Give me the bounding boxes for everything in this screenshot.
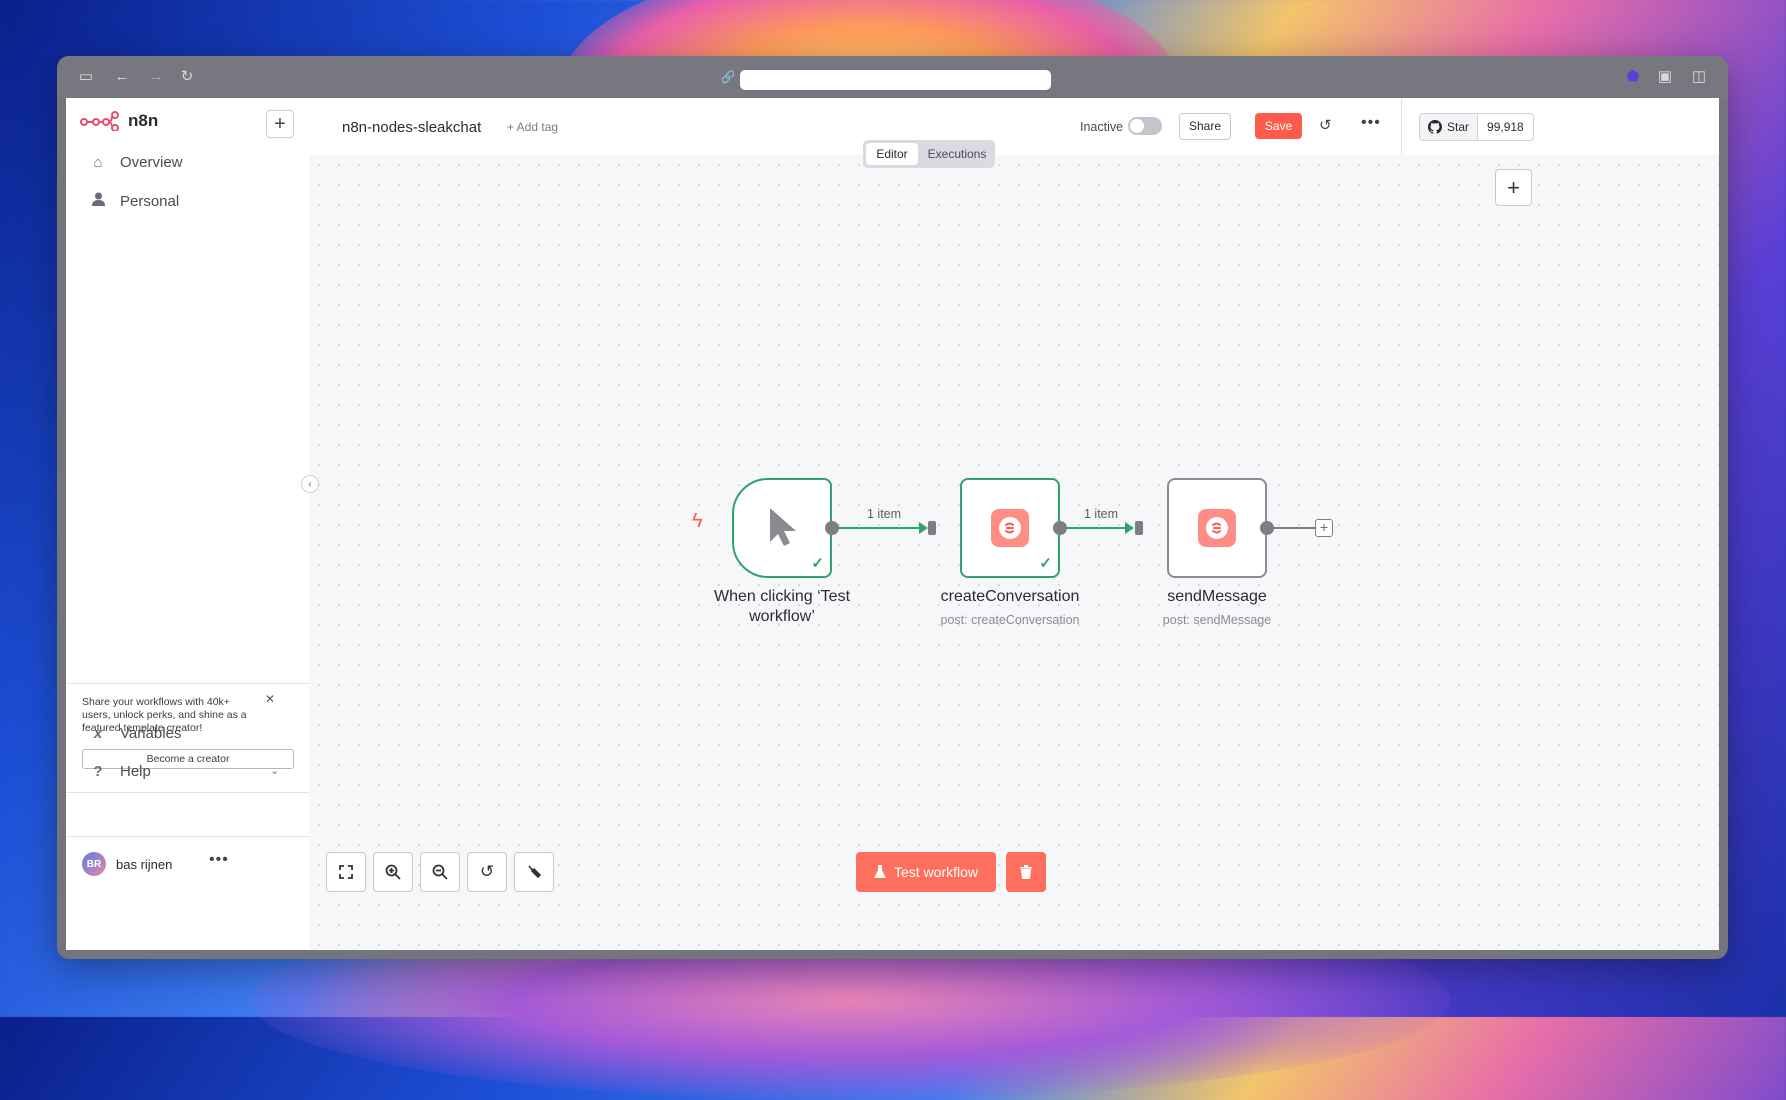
divider bbox=[1401, 98, 1402, 155]
zoom-in-icon bbox=[385, 864, 401, 880]
clear-execution-button[interactable] bbox=[1006, 852, 1046, 892]
logo-text: n8n bbox=[128, 111, 159, 130]
n8n-logo-icon bbox=[80, 111, 119, 131]
help-icon: ? bbox=[93, 763, 103, 780]
sidebar-toggle-icon[interactable]: ▭ bbox=[77, 68, 95, 86]
add-next-node-button[interactable]: + bbox=[1315, 519, 1333, 537]
browser-toolbar: ▭ ← → ↻ 🔗 ⬟ ▣ ◫ bbox=[57, 56, 1728, 98]
sidebar-item-label: Help bbox=[120, 763, 151, 780]
undo-icon: ↺ bbox=[479, 862, 495, 881]
user-menu[interactable]: BR bas rijnen bbox=[82, 852, 172, 876]
zoom-out-button[interactable] bbox=[420, 852, 460, 892]
tab-editor[interactable]: Editor bbox=[866, 143, 918, 165]
sidebar-item-help[interactable]: ? Help bbox=[90, 763, 151, 780]
close-icon[interactable]: ✕ bbox=[265, 692, 275, 706]
node-subtitle: post: createConversation bbox=[940, 613, 1080, 627]
sidebar-item-label: Personal bbox=[120, 192, 180, 210]
more-icon[interactable]: ••• bbox=[209, 851, 229, 869]
success-check-icon: ✓ bbox=[811, 555, 824, 572]
link-icon: 🔗 bbox=[720, 70, 736, 84]
sleakchat-icon bbox=[1198, 509, 1236, 547]
reset-zoom-button[interactable]: ↺ bbox=[467, 852, 507, 892]
connection-arrow bbox=[919, 522, 928, 534]
logo[interactable]: n8n bbox=[80, 111, 158, 131]
workflow-header: n8n-nodes-sleakchat + Add tag Inactive S… bbox=[309, 98, 1719, 168]
lightning-icon: ϟ bbox=[692, 510, 703, 532]
fit-view-button[interactable] bbox=[326, 852, 366, 892]
history-icon[interactable]: ↺ bbox=[1319, 116, 1332, 134]
node-send-message[interactable] bbox=[1167, 478, 1267, 578]
zoom-in-button[interactable] bbox=[373, 852, 413, 892]
sidebar-item-variables[interactable]: x Variables bbox=[90, 725, 182, 742]
sidebar-item-label: Overview bbox=[120, 154, 183, 171]
input-port[interactable] bbox=[1135, 521, 1143, 535]
node-label: When clicking ‘Test workflow’ bbox=[713, 588, 851, 625]
star-count: 99,918 bbox=[1487, 120, 1524, 134]
github-icon bbox=[1428, 120, 1442, 134]
divider bbox=[66, 836, 309, 837]
tidy-up-button[interactable] bbox=[514, 852, 554, 892]
sidebar-item-label: Variables bbox=[120, 725, 182, 742]
tab-executions[interactable]: Executions bbox=[921, 143, 993, 165]
browser-window: ▭ ← → ↻ 🔗 ⬟ ▣ ◫ n8n + ⌂ Overview Persona… bbox=[57, 56, 1728, 959]
connection-line[interactable] bbox=[1065, 527, 1129, 529]
fit-view-icon bbox=[339, 865, 353, 879]
address-bar[interactable] bbox=[740, 70, 1051, 90]
trash-icon bbox=[1020, 865, 1032, 879]
user-name: bas rijnen bbox=[116, 856, 173, 872]
edge-label: 1 item bbox=[867, 507, 902, 521]
flask-icon bbox=[873, 865, 886, 878]
zoom-out-icon bbox=[432, 864, 448, 880]
workflow-canvas[interactable]: + ϟ ✓ When clicking ‘Test workflow’ 1 it… bbox=[309, 155, 1719, 950]
avatar: BR bbox=[82, 852, 106, 876]
back-icon[interactable]: ← bbox=[113, 68, 131, 86]
edge-label: 1 item bbox=[1084, 507, 1119, 521]
cursor-icon bbox=[770, 508, 796, 546]
test-workflow-label: Test workflow bbox=[893, 864, 979, 880]
github-star[interactable]: Star bbox=[1420, 114, 1479, 140]
sleakchat-icon bbox=[991, 509, 1029, 547]
star-label: Star bbox=[1447, 120, 1470, 134]
split-view-icon[interactable]: ◫ bbox=[1690, 68, 1708, 86]
connection-arrow bbox=[1125, 522, 1134, 534]
connection-line[interactable] bbox=[837, 527, 923, 529]
forward-icon[interactable]: → bbox=[147, 68, 165, 86]
n8n-app: n8n + ⌂ Overview Personal Share your wor… bbox=[66, 98, 1719, 950]
reload-icon[interactable]: ↻ bbox=[178, 68, 196, 86]
create-new-button[interactable]: + bbox=[266, 110, 294, 138]
share-button[interactable]: Share bbox=[1179, 113, 1231, 140]
node-trigger[interactable]: ✓ bbox=[732, 478, 832, 578]
active-toggle[interactable] bbox=[1128, 117, 1162, 135]
node-label: createConversation bbox=[940, 588, 1080, 605]
success-check-icon: ✓ bbox=[1039, 555, 1052, 572]
input-port[interactable] bbox=[928, 521, 936, 535]
tabs-overview-icon[interactable]: ▣ bbox=[1656, 68, 1674, 86]
workflow-name[interactable]: n8n-nodes-sleakchat bbox=[342, 119, 481, 136]
active-status-label: Inactive bbox=[1080, 120, 1124, 134]
node-label: sendMessage bbox=[1167, 588, 1267, 605]
broom-icon bbox=[528, 865, 542, 879]
view-tabs: Editor Executions bbox=[863, 140, 995, 168]
sidebar-item-personal[interactable]: Personal bbox=[90, 192, 179, 210]
more-icon[interactable]: ••• bbox=[1361, 114, 1381, 132]
sidebar: n8n + ⌂ Overview Personal Share your wor… bbox=[66, 98, 310, 950]
extension-icon[interactable]: ⬟ bbox=[1624, 68, 1642, 86]
sidebar-item-overview[interactable]: ⌂ Overview bbox=[90, 154, 183, 171]
chevron-down-icon[interactable]: ⌄ bbox=[270, 764, 279, 777]
test-workflow-button[interactable]: Test workflow bbox=[856, 852, 996, 892]
home-icon: ⌂ bbox=[93, 154, 103, 171]
variables-icon: x bbox=[93, 725, 103, 742]
node-subtitle: post: sendMessage bbox=[1162, 613, 1272, 627]
add-tag-link[interactable]: + Add tag bbox=[507, 120, 558, 134]
connection-stub bbox=[1272, 527, 1315, 529]
github-star-button[interactable]: Star 99,918 bbox=[1419, 113, 1534, 141]
node-create-conversation[interactable]: ✓ bbox=[960, 478, 1060, 578]
save-button[interactable]: Save bbox=[1255, 113, 1302, 139]
user-icon bbox=[90, 192, 106, 210]
add-node-button[interactable]: + bbox=[1495, 169, 1532, 206]
collapse-sidebar-button[interactable]: ‹ bbox=[301, 475, 319, 493]
